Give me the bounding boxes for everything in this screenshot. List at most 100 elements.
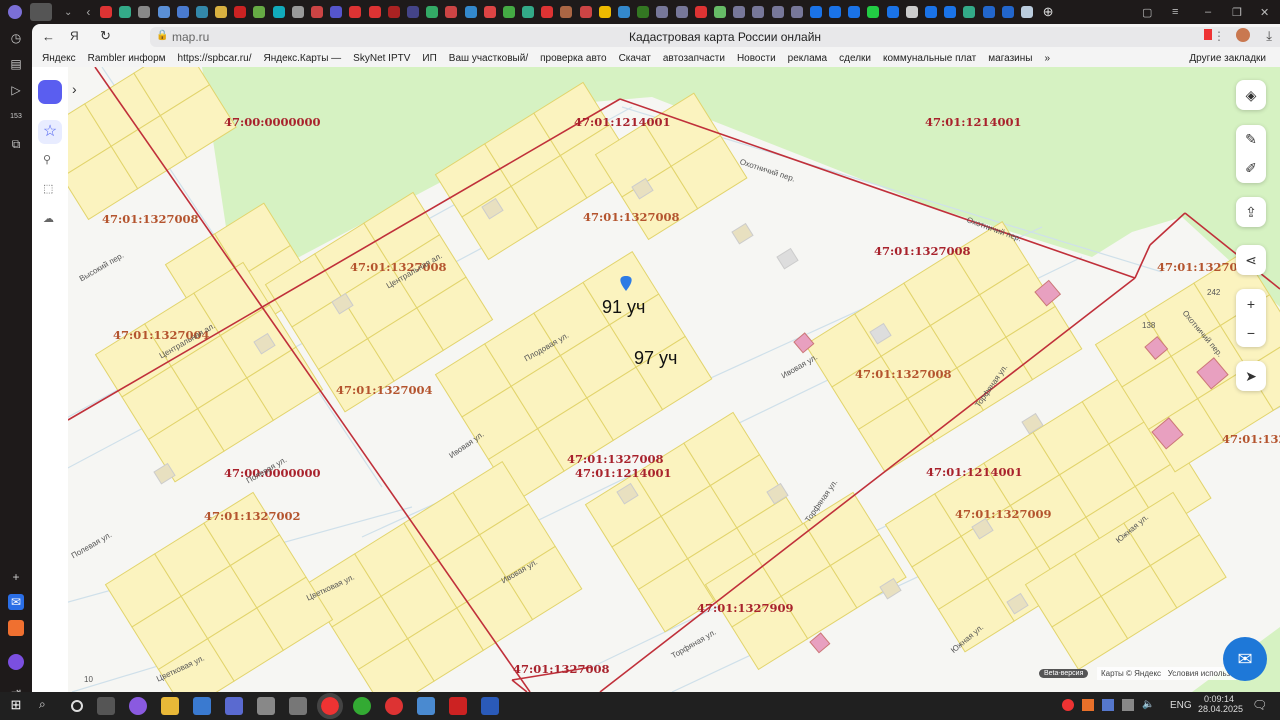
bookmark-item[interactable]: Rambler информ xyxy=(88,53,166,64)
bookmark-item[interactable]: сделки xyxy=(839,53,871,64)
cloud-icon[interactable]: ☁ xyxy=(43,212,54,225)
tab-favicon[interactable] xyxy=(886,6,899,18)
tabs-icon[interactable]: ▤ xyxy=(8,56,24,72)
select-area-icon[interactable]: ⬚ xyxy=(43,182,53,195)
tab-favicon[interactable] xyxy=(330,6,343,18)
history-icon[interactable]: ◷ xyxy=(8,30,24,46)
tab-favicon[interactable] xyxy=(502,6,515,18)
download-icon[interactable]: ⤓ xyxy=(1266,28,1272,44)
tab-favicon[interactable] xyxy=(675,6,688,18)
tab-favicon[interactable] xyxy=(713,6,726,18)
scroll-tabs-left-icon[interactable]: ‹ xyxy=(86,5,90,19)
bookmark-item[interactable]: Яндекс.Карты — xyxy=(263,53,341,64)
bookmark-item[interactable]: SkyNet IPTV xyxy=(353,53,410,64)
tab-favicon[interactable] xyxy=(752,6,765,18)
copyright-link[interactable]: Карты © Яндекс xyxy=(1101,669,1161,678)
store-icon[interactable] xyxy=(193,697,211,715)
tab-favicon[interactable] xyxy=(982,6,995,18)
tab-favicon[interactable] xyxy=(368,6,381,18)
tab-favicon[interactable] xyxy=(272,6,285,18)
language-indicator[interactable]: ENG xyxy=(1170,700,1192,711)
bookmark-item[interactable]: » xyxy=(1044,53,1050,64)
tab-favicon[interactable] xyxy=(291,6,304,18)
market-icon[interactable] xyxy=(8,620,24,636)
bookmark-item[interactable]: Яндекс xyxy=(42,53,76,64)
bookmark-item[interactable]: https://spbcar.ru/ xyxy=(178,53,252,64)
tab-favicon[interactable] xyxy=(598,6,611,18)
bookmark-item[interactable]: автозапчасти xyxy=(663,53,725,64)
menu-icon[interactable]: ≡ xyxy=(1172,6,1178,18)
tab-favicon[interactable] xyxy=(694,6,707,18)
bookmark-item[interactable]: коммунальные плат xyxy=(883,53,976,64)
volume-icon[interactable]: 🔈 xyxy=(1142,699,1154,711)
counter-icon[interactable]: 153 xyxy=(8,109,24,125)
bookmark-item[interactable]: ИП xyxy=(422,53,436,64)
add-panel-icon[interactable]: + xyxy=(8,569,24,585)
yandex-browser-icon[interactable] xyxy=(317,693,343,719)
search-icon[interactable]: ⌕ xyxy=(39,697,57,715)
tab-favicon[interactable] xyxy=(1020,6,1033,18)
tab-favicon[interactable] xyxy=(253,6,266,18)
alice-button[interactable] xyxy=(38,80,62,104)
new-tab-button[interactable]: ⊕ xyxy=(1043,4,1054,20)
tab-favicon[interactable] xyxy=(829,6,842,18)
close-button[interactable]: ✕ xyxy=(1260,6,1269,19)
bookmark-item[interactable]: реклама xyxy=(788,53,827,64)
bookmark-item[interactable]: Новости xyxy=(737,53,776,64)
profile-avatar[interactable] xyxy=(1236,28,1250,42)
tab-favicon[interactable] xyxy=(656,6,669,18)
tray-ok-icon[interactable] xyxy=(1082,699,1094,711)
tray-network-icon[interactable] xyxy=(1122,699,1134,711)
screenshot-icon[interactable]: ⧉ xyxy=(8,136,24,152)
browser-logo-icon[interactable] xyxy=(8,5,22,19)
tab-favicon[interactable] xyxy=(195,6,208,18)
tab-favicon[interactable] xyxy=(349,6,362,18)
tab-favicon[interactable] xyxy=(426,6,439,18)
tab-favicon[interactable] xyxy=(579,6,592,18)
bookmark-item[interactable]: Другие закладки xyxy=(1189,53,1266,64)
tab-favicon[interactable] xyxy=(311,6,324,18)
tab-favicon[interactable] xyxy=(234,6,247,18)
back-button[interactable]: ← xyxy=(42,29,55,44)
tab-favicon[interactable] xyxy=(809,6,822,18)
app-icon-4[interactable] xyxy=(417,697,435,715)
mail-icon[interactable]: ✉ xyxy=(8,594,24,610)
tab-favicon[interactable] xyxy=(925,6,938,18)
minimize-button[interactable]: – xyxy=(1205,6,1211,18)
tab-favicon[interactable] xyxy=(1001,6,1014,18)
tab-favicon[interactable] xyxy=(733,6,746,18)
tab-favicon[interactable] xyxy=(905,6,918,18)
chevron-down-icon[interactable]: ⌄ xyxy=(64,7,72,18)
map-canvas[interactable] xyxy=(32,67,1280,692)
tab-favicon[interactable] xyxy=(483,6,496,18)
terms-link[interactable]: Условия использ xyxy=(1168,669,1231,678)
explorer-icon[interactable] xyxy=(161,697,179,715)
tab-favicon[interactable] xyxy=(848,6,861,18)
tab-favicon[interactable] xyxy=(138,6,151,18)
expand-panel-icon[interactable]: › xyxy=(72,81,77,97)
yandex-icon[interactable]: Я xyxy=(70,29,79,43)
tab-favicon[interactable] xyxy=(119,6,132,18)
bookmark-item[interactable]: проверка авто xyxy=(540,53,606,64)
tab-favicon[interactable] xyxy=(867,6,880,18)
chrome-icon[interactable] xyxy=(353,697,371,715)
task-view-icon[interactable] xyxy=(97,697,115,715)
cadastral-map[interactable]: 47:00:0000000 47:01:1214001 47:01:1214001 4… xyxy=(32,67,1280,692)
video-icon[interactable]: ▷ xyxy=(8,82,24,98)
tab-favicon[interactable] xyxy=(387,6,400,18)
tab-favicon[interactable] xyxy=(406,6,419,18)
collections-icon[interactable]: ▢ xyxy=(1142,6,1152,19)
url-field[interactable]: 🔒 map.ru Кадастровая карта России онлайн xyxy=(150,27,1280,47)
notifications-icon[interactable]: 🗨 xyxy=(1252,698,1267,712)
zoom-in-button[interactable]: + xyxy=(1247,296,1255,312)
tab-favicon[interactable] xyxy=(445,6,458,18)
tab-favicon[interactable] xyxy=(522,6,535,18)
locate-button[interactable]: ➤ xyxy=(1236,361,1266,391)
clock[interactable]: 0:09:14 28.04.2025 xyxy=(1198,694,1243,714)
alice-app-icon[interactable] xyxy=(129,697,147,715)
tab-favicon[interactable] xyxy=(176,6,189,18)
cortana-icon[interactable] xyxy=(71,700,83,712)
tab-favicon[interactable] xyxy=(944,6,957,18)
yandex-icon[interactable] xyxy=(385,697,403,715)
tab-favicon[interactable] xyxy=(637,6,650,18)
